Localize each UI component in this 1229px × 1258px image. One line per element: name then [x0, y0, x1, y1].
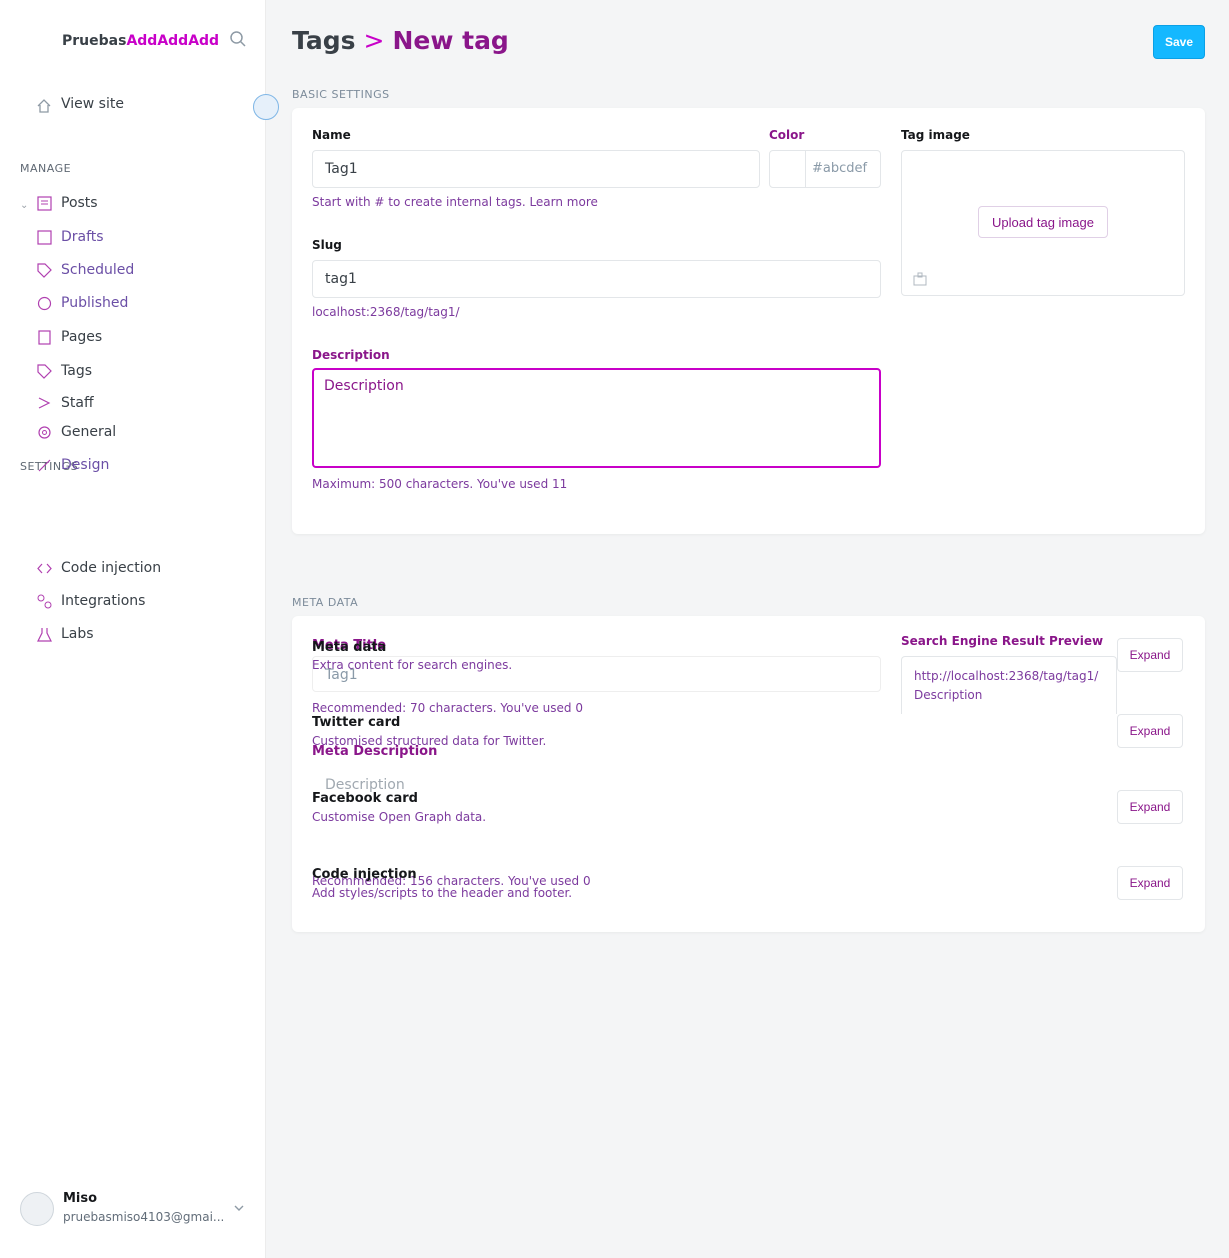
save-button[interactable]: Save	[1153, 25, 1205, 59]
manage-heading: MANAGE	[20, 162, 72, 175]
home-icon	[37, 99, 51, 113]
color-input[interactable]: #abcdef	[806, 150, 881, 188]
search-icon[interactable]	[229, 30, 247, 48]
tag-image-dropzone[interactable]: Upload tag image	[901, 150, 1185, 296]
meta-data-label: Meta data	[312, 640, 387, 655]
serp-preview: http://localhost:2368/tag/tag1/ Descript…	[901, 656, 1117, 714]
sidebar-item-label: Tags	[61, 363, 92, 379]
sidebar-item-label: Scheduled	[61, 262, 135, 278]
sidebar-item-label: Drafts	[61, 229, 104, 245]
meta-title-help: Recommended: 70 characters. You've used …	[312, 701, 583, 715]
sidebar: PruebasAddAddAdd View site MANAGE ⌄ Post…	[0, 0, 279, 1258]
slug-label: Slug	[312, 238, 342, 252]
chevron-down-icon	[234, 1205, 244, 1211]
sidebar-item-label: Staff	[61, 395, 94, 411]
facebook-card-sub: Customise Open Graph data.	[312, 810, 487, 824]
meta-data-card: Meta Title Meta data Extra content for s…	[292, 616, 1205, 932]
pages-icon	[38, 330, 51, 345]
basic-settings-card: Name Tag1 Start with # to create interna…	[292, 108, 1205, 534]
sidebar-item-label: Design	[61, 457, 110, 473]
twitter-card-label: Twitter card	[312, 715, 401, 730]
description-help: Maximum: 500 characters. You've used 11	[312, 477, 568, 491]
tag-image-label: Tag image	[901, 128, 970, 142]
sidebar-item-label: Integrations	[61, 593, 146, 609]
gear-icon	[38, 426, 51, 439]
code-icon	[37, 563, 52, 574]
tag-icon	[37, 263, 52, 278]
flask-icon	[37, 628, 52, 642]
color-label: Color	[769, 128, 805, 142]
code-injection-expand-button[interactable]: Expand	[1117, 866, 1183, 900]
view-site-link[interactable]: View site	[32, 94, 262, 118]
name-input[interactable]: Tag1	[312, 150, 760, 188]
sidebar-item-label: Pages	[61, 329, 103, 345]
facebook-card-expand-button[interactable]: Expand	[1117, 790, 1183, 824]
twitter-card-expand-button[interactable]: Expand	[1117, 714, 1183, 748]
meta-data-heading: META DATA	[292, 596, 359, 609]
user-name: Miso	[63, 1191, 98, 1206]
collapse-chevron-icon[interactable]: ⌄	[20, 200, 28, 211]
breadcrumb-parent[interactable]: Tags	[292, 26, 355, 55]
color-swatch[interactable]	[769, 150, 806, 188]
user-menu[interactable]: Miso pruebasmiso4103@gmai...	[20, 1190, 260, 1232]
chevron-right-icon: >	[363, 26, 385, 55]
sidebar-item-design[interactable]: Design	[36, 454, 256, 478]
sidebar-item-pages[interactable]: Pages	[36, 326, 256, 350]
name-help: Start with # to create internal tags. Le…	[312, 195, 598, 209]
sidebar-item-label: Posts	[61, 195, 98, 211]
facebook-card-label: Facebook card	[312, 791, 418, 806]
sidebar-item-published[interactable]: Published	[36, 292, 256, 316]
sidebar-item-scheduled[interactable]: Scheduled	[36, 259, 256, 283]
sidebar-item-labs[interactable]: Labs	[36, 623, 256, 647]
site-header: PruebasAddAddAdd	[0, 26, 266, 56]
meta-data-expand-button[interactable]: Expand	[1117, 638, 1183, 672]
sidebar-item-integrations[interactable]: Integrations	[36, 590, 256, 614]
code-injection-label: Code injection	[312, 867, 417, 882]
sidebar-item-code-injection[interactable]: Code injection	[36, 557, 256, 581]
meta-title-input[interactable]: Tag1	[312, 656, 881, 692]
design-icon	[38, 459, 51, 472]
code-injection-sub: Add styles/scripts to the header and foo…	[312, 886, 573, 900]
description-textarea[interactable]: Description	[312, 368, 881, 468]
avatar	[20, 1192, 54, 1226]
globe-icon	[253, 94, 279, 120]
sidebar-item-label: Code injection	[61, 560, 162, 576]
breadcrumb: Tags > New tag	[292, 26, 509, 60]
serp-label: Search Engine Result Preview	[901, 634, 1104, 648]
drafts-icon	[37, 230, 52, 245]
published-icon	[37, 296, 52, 311]
page-title: New tag	[392, 26, 509, 55]
upload-tag-image-button[interactable]: Upload tag image	[978, 206, 1108, 238]
tag-icon	[37, 364, 52, 379]
basic-settings-heading: BASIC SETTINGS	[292, 88, 390, 101]
slug-input[interactable]: tag1	[312, 260, 881, 298]
sidebar-item-staff[interactable]: Staff	[36, 392, 256, 416]
sidebar-item-drafts[interactable]: Drafts	[36, 226, 256, 250]
posts-icon	[37, 196, 52, 211]
view-site-label: View site	[61, 96, 124, 112]
serp-url: http://localhost:2368/tag/tag1/	[914, 669, 1099, 683]
meta-description-label: Meta Description	[312, 744, 438, 759]
sidebar-item-label: Published	[61, 295, 129, 311]
sidebar-item-label: General	[61, 424, 117, 440]
description-label: Description	[312, 348, 390, 362]
image-icon	[913, 272, 927, 286]
sidebar-item-posts[interactable]: Posts	[36, 192, 256, 216]
slug-url: localhost:2368/tag/tag1/	[312, 305, 460, 319]
name-label: Name	[312, 128, 351, 142]
sidebar-item-general[interactable]: General	[36, 421, 256, 445]
serp-description: Description	[914, 688, 983, 702]
integrations-icon	[37, 594, 52, 609]
staff-icon	[38, 397, 51, 409]
user-email: pruebasmiso4103@gmai...	[63, 1210, 223, 1224]
sidebar-item-label: Labs	[61, 626, 94, 642]
sidebar-item-tags[interactable]: Tags	[36, 360, 256, 384]
site-title[interactable]: PruebasAddAddAdd	[62, 33, 219, 49]
